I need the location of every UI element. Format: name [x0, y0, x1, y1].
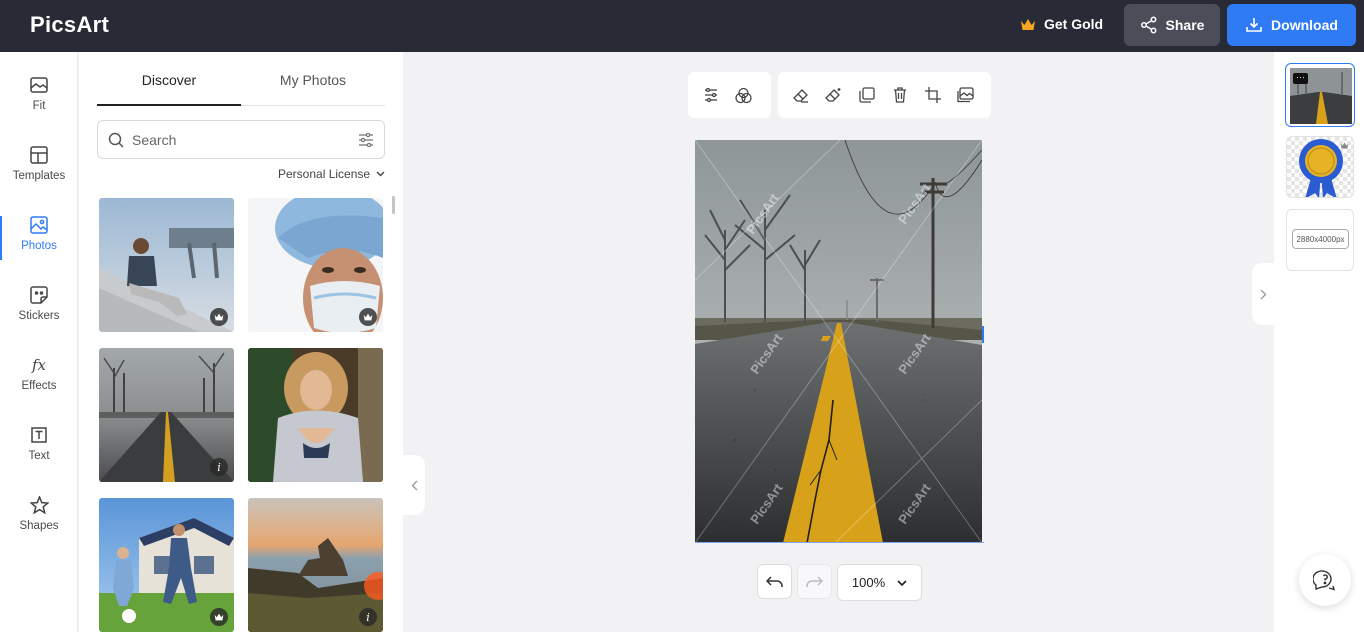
canvas-resize-handle[interactable] [982, 326, 984, 343]
info-icon: i [359, 608, 377, 626]
search-box[interactable] [97, 120, 385, 159]
crop-icon [924, 87, 941, 103]
rail-item-templates[interactable]: Templates [0, 144, 78, 204]
premium-crown-icon [1340, 142, 1349, 149]
chevron-right-icon [1260, 289, 1266, 299]
share-button[interactable]: Share [1124, 4, 1220, 46]
get-gold-button[interactable]: Get Gold [1020, 16, 1103, 32]
crown-icon [1021, 18, 1035, 30]
share-icon [1140, 16, 1156, 34]
layer-background[interactable]: 2880x4000px [1286, 209, 1354, 271]
search-icon [108, 132, 124, 148]
crop-button[interactable] [918, 81, 947, 110]
canvas-image[interactable]: PicsArt PicsArt PicsArt PicsArt PicsArt … [695, 140, 982, 543]
chevron-left-icon [411, 480, 417, 490]
premium-crown-icon [210, 308, 228, 326]
templates-icon [30, 144, 48, 166]
magic-eraser-button[interactable] [819, 81, 848, 110]
collapse-panel-button[interactable] [403, 455, 425, 515]
layer-sticker[interactable] [1286, 136, 1354, 198]
layer-dimensions: 2880x4000px [1292, 229, 1349, 249]
rail-label: Shapes [19, 520, 59, 532]
text-icon [30, 424, 48, 446]
chevron-down-icon [376, 171, 385, 177]
blend-icon [735, 87, 752, 103]
panel-scrollbar[interactable] [392, 196, 395, 214]
adjust-icon [704, 87, 717, 103]
photo-thumbnail[interactable]: i [99, 348, 234, 482]
chevron-down-icon [897, 579, 907, 586]
duplicate-button[interactable] [852, 81, 881, 110]
undo-icon [766, 575, 783, 587]
rail-label: Templates [12, 170, 66, 182]
rail-item-text[interactable]: Text [0, 424, 78, 484]
delete-button[interactable] [885, 81, 914, 110]
rail-item-shapes[interactable]: Shapes [0, 494, 78, 554]
stickers-icon [30, 284, 48, 306]
shapes-icon [29, 494, 49, 516]
chat-help-icon [1313, 570, 1336, 591]
premium-crown-icon [210, 608, 228, 626]
license-label: Personal License [278, 167, 371, 181]
layer-menu-icon[interactable]: ··· [1293, 73, 1308, 84]
undo-button[interactable] [757, 564, 792, 599]
blend-button[interactable] [729, 81, 758, 110]
download-icon [1246, 18, 1262, 32]
tab-my-photos[interactable]: My Photos [241, 64, 385, 105]
rail-item-stickers[interactable]: Stickers [0, 284, 78, 344]
delete-icon [893, 87, 906, 103]
replace-image-button[interactable] [951, 81, 980, 110]
rail-label: Fit [32, 100, 46, 112]
get-gold-label: Get Gold [1044, 16, 1104, 32]
app-logo[interactable]: PicsArt [30, 12, 109, 38]
premium-crown-icon [359, 308, 377, 326]
photo-thumbnail[interactable] [99, 198, 234, 332]
eraser-button[interactable] [786, 81, 815, 110]
canvas-toolbar-edit [778, 72, 991, 118]
expand-layers-button[interactable] [1252, 263, 1274, 325]
rail-item-fit[interactable]: Fit [0, 74, 78, 134]
photo-thumbnail[interactable] [248, 198, 383, 332]
canvas-selection-border [695, 542, 984, 543]
download-label: Download [1271, 17, 1338, 33]
rail-label: Text [28, 450, 50, 462]
zoom-dropdown[interactable]: 100% [837, 564, 922, 601]
photo-thumbnail[interactable]: i [248, 498, 383, 632]
tab-discover[interactable]: Discover [97, 64, 241, 106]
duplicate-icon [858, 87, 875, 103]
photos-icon [30, 214, 48, 236]
rail-label: Stickers [18, 310, 60, 322]
panel-tabs: Discover My Photos [97, 64, 385, 106]
replace-image-icon [957, 87, 974, 103]
license-dropdown[interactable]: Personal License [278, 167, 385, 181]
filter-icon[interactable] [358, 132, 374, 147]
help-chat-button[interactable] [1299, 554, 1351, 606]
eraser-icon [793, 88, 808, 103]
effects-glyph: fx [31, 356, 46, 374]
redo-icon [806, 575, 823, 587]
photos-panel: Discover My Photos Personal License [79, 52, 403, 632]
photo-thumbnail[interactable] [248, 348, 383, 482]
magic-eraser-icon [824, 88, 840, 102]
photo-thumbnail[interactable] [99, 498, 234, 632]
info-icon: i [210, 458, 228, 476]
zoom-level: 100% [851, 575, 886, 590]
tool-rail: Fit Templates Photos Stickers fx Effects… [0, 52, 78, 632]
canvas-toolbar-primary [688, 72, 771, 118]
layer-photo[interactable]: ··· [1285, 63, 1355, 127]
rail-item-effects[interactable]: fx Effects [0, 354, 78, 414]
rail-item-photos[interactable]: Photos [0, 214, 78, 274]
rail-label: Effects [21, 380, 57, 392]
share-label: Share [1165, 17, 1205, 33]
download-button[interactable]: Download [1227, 4, 1356, 46]
fit-icon [30, 74, 48, 96]
top-bar: PicsArt Get Gold Share Download [0, 0, 1364, 52]
effects-icon: fx [32, 354, 46, 376]
adjust-button[interactable] [696, 81, 725, 110]
search-input[interactable] [132, 131, 358, 148]
redo-button[interactable] [797, 564, 832, 599]
rail-label: Photos [21, 240, 57, 252]
